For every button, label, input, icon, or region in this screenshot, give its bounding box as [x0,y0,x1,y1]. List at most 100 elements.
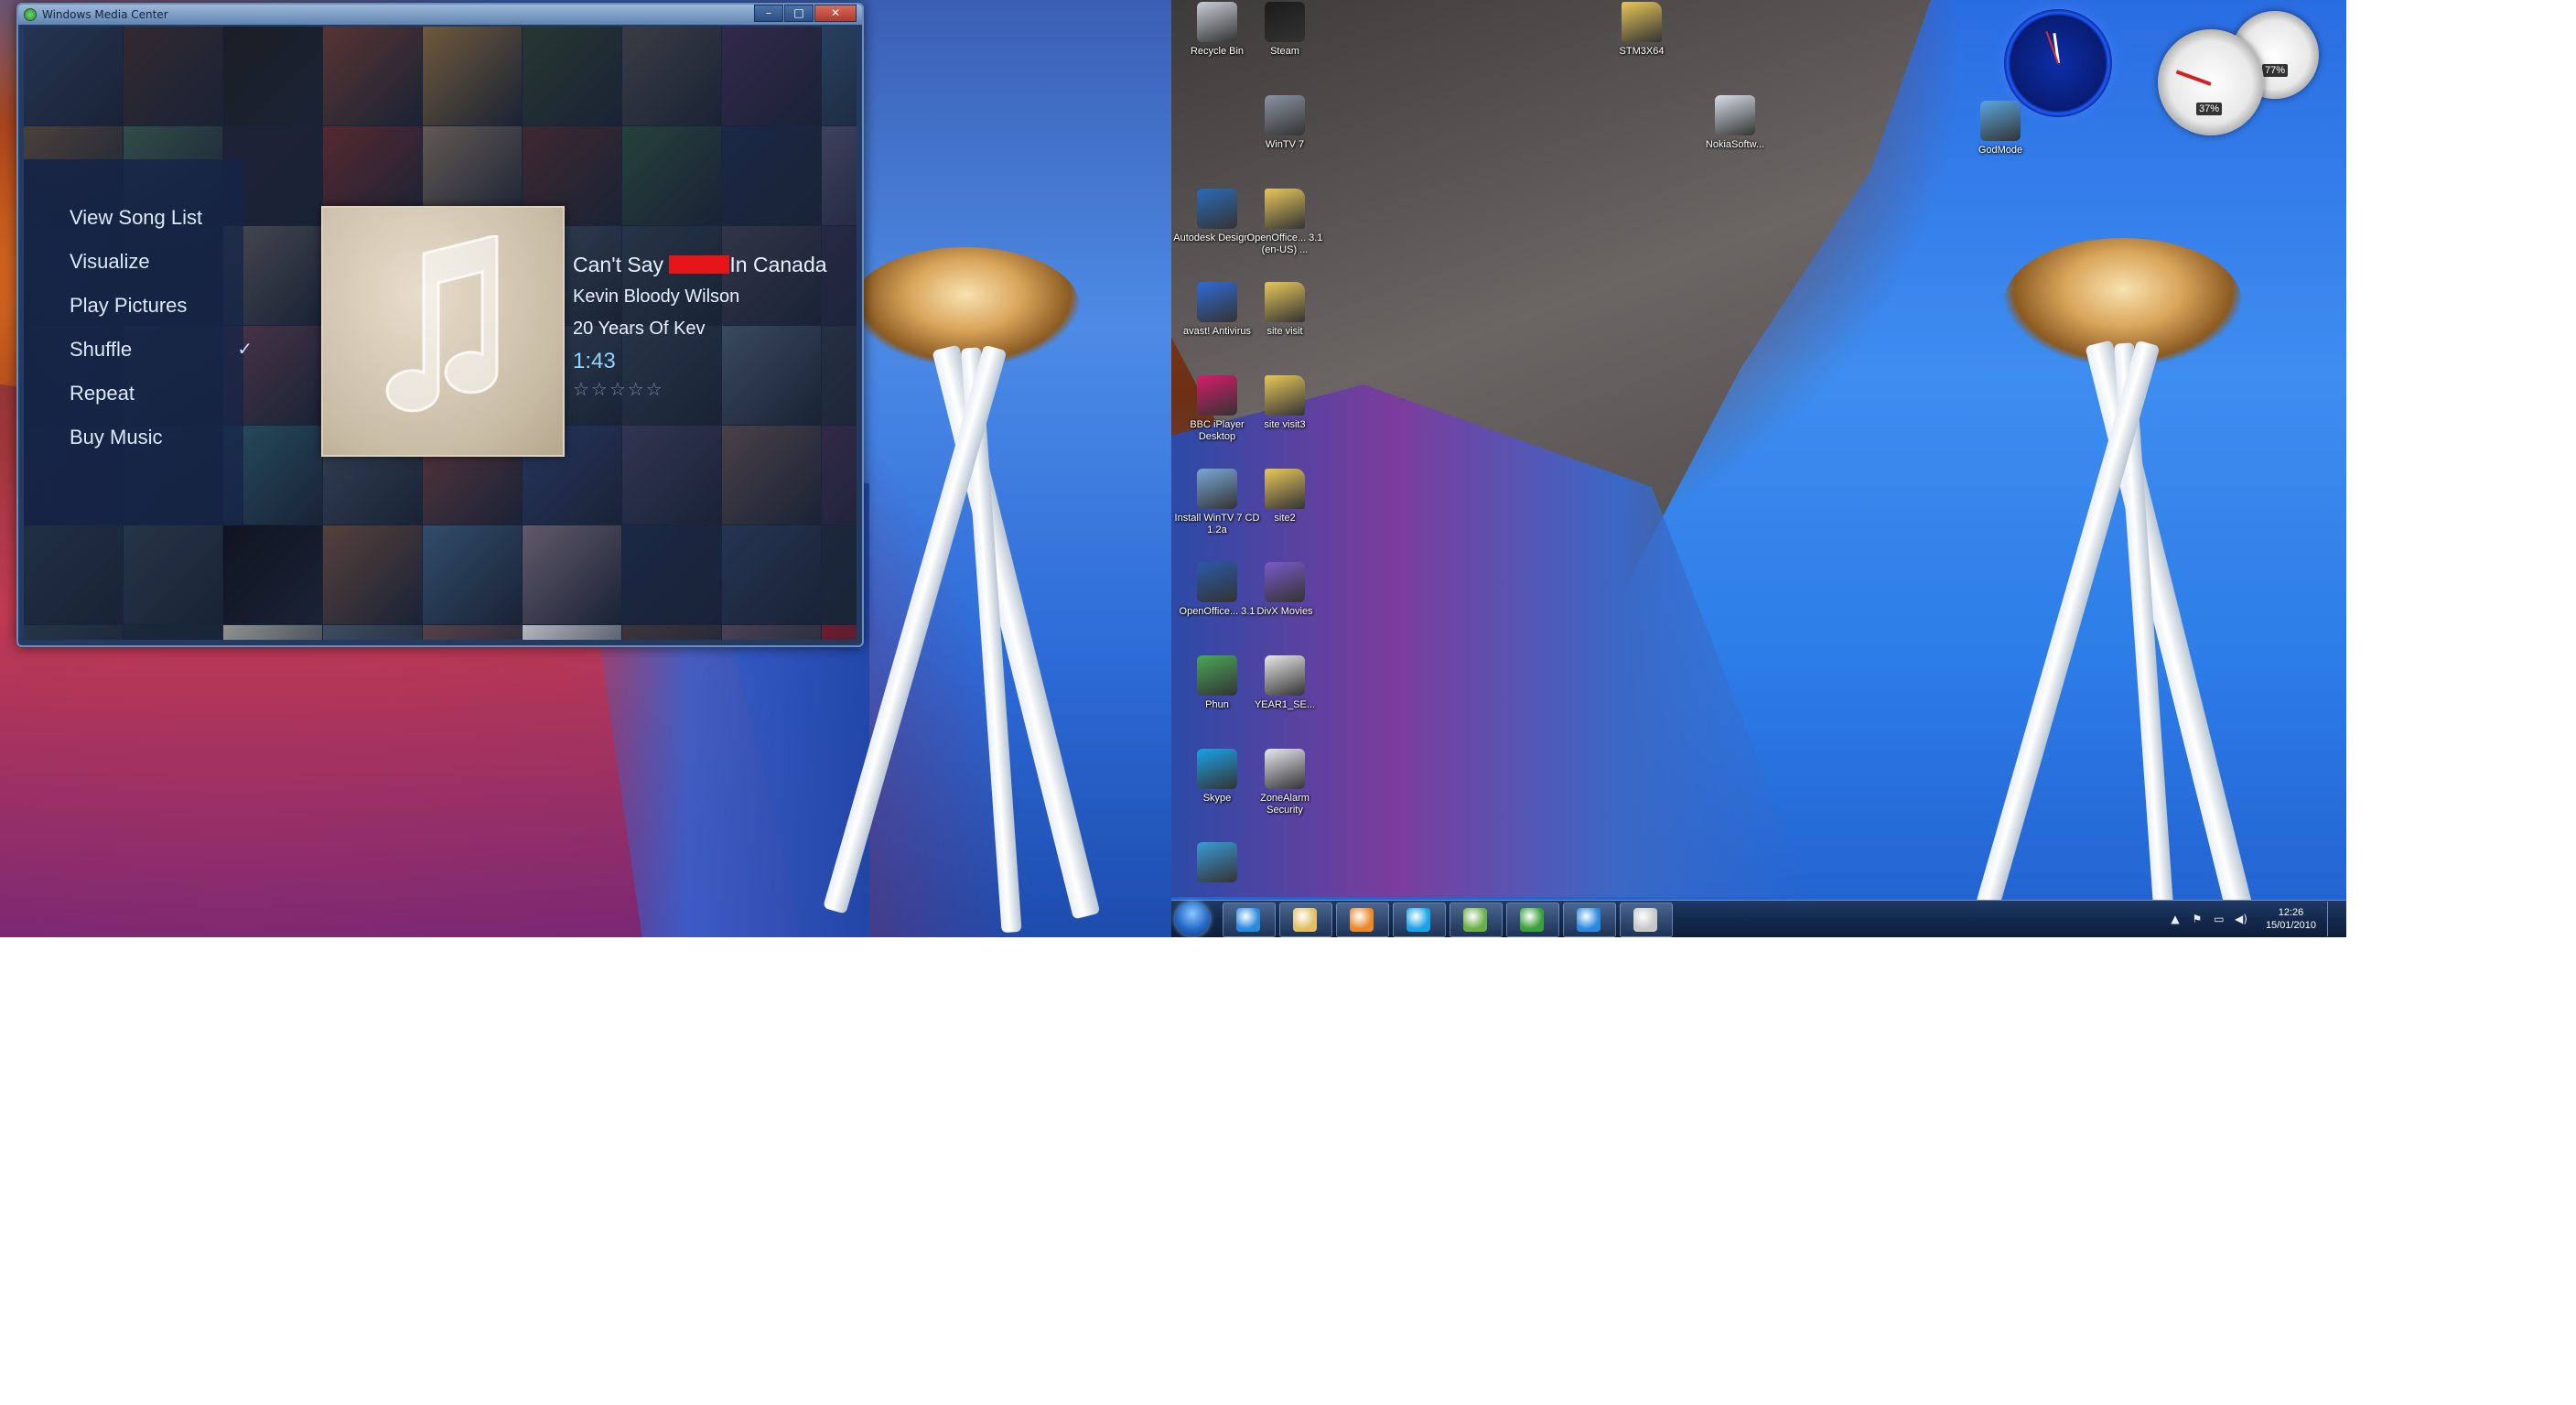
album-tile [323,525,422,624]
right-monitor-desktop[interactable]: Recycle Bin Steam WinTV 7 Autodesk Design .… [1171,0,2346,937]
desktop-icon-label: Steam [1270,46,1299,57]
control-panel-icon [1980,101,2021,141]
redaction-bar [669,254,730,274]
divx-icon [1265,562,1305,602]
wallpaper-building-blue [1171,384,1812,897]
album-tile [722,625,821,640]
start-button[interactable] [1175,902,1210,936]
wallpaper-space-needle-right [1976,238,2288,934]
album-tile [124,625,222,640]
taskbar-button-chrome[interactable] [1620,902,1673,937]
desktop-icon-label: YEAR1_SE... [1254,699,1316,710]
song-artist: Kevin Bloody Wilson [573,286,740,307]
album-tile [223,625,322,640]
desktop-icon[interactable]: STM3X64 [1598,2,1686,58]
song-title-start: Can't Say [573,253,670,276]
show-hidden-icons-chevron-icon[interactable]: ▲ [2169,913,2182,925]
menu-item[interactable]: Repeat [70,372,253,416]
taskbar-button-skype[interactable] [1393,902,1446,937]
taskbar-clock[interactable]: 12:26 15/01/2010 [2266,906,2316,932]
desktop-icon[interactable]: YEAR1_SE... [1241,655,1329,711]
menu-item[interactable]: Play Pictures [70,284,253,328]
action-center-flag-icon[interactable]: ⚑ [2191,913,2204,925]
album-tile [423,27,522,125]
window-titlebar[interactable]: Windows Media Center – □ ✕ [18,5,862,25]
desktop-icon[interactable]: WinTV 7 [1241,95,1329,151]
show-desktop-button[interactable] [2327,902,2337,936]
media-center-logo-icon [24,8,37,21]
menu-item-label: Repeat [70,382,135,405]
figure-icon [1197,842,1237,882]
menu-item-label: Play Pictures [70,294,188,317]
menu-item[interactable]: Buy Music [70,416,253,459]
album-tile [523,625,621,640]
taskbar-button-media-player[interactable] [1336,902,1389,937]
steam-icon [1265,2,1305,42]
desktop-icon[interactable]: OpenOffice... 3.1 (en-US) ... [1241,189,1329,256]
album-tile [722,126,821,225]
desktop-icon-label: site visit [1266,326,1303,337]
cpu-meter-gadget[interactable]: 37% [2158,29,2264,135]
menu-item-label: Visualize [70,250,150,273]
desktop-icon[interactable] [1173,842,1261,886]
star-rating[interactable]: ☆☆☆☆☆ [573,378,857,401]
taskbar-button-windows-explorer[interactable] [1279,902,1332,937]
bbc-iplayer-icon [1197,375,1237,416]
album-tile [423,625,522,640]
media-center-window[interactable]: Windows Media Center – □ ✕ View Song Lis… [16,3,864,647]
album-tile [822,625,857,640]
skype-icon [1407,908,1430,932]
desktop-icon-label: ZoneAlarm Security [1260,793,1310,816]
song-title-end: In Canada [729,253,827,276]
album-tile [622,126,721,225]
album-tile [722,27,821,125]
maximize-button[interactable]: □ [784,5,814,22]
music-note-icon [385,235,499,413]
menu-item-label: View Song List [70,206,203,229]
wintv-icon [1265,95,1305,135]
desktop-icon-label: NokiaSoftw... [1705,139,1765,150]
minimize-button[interactable]: – [754,5,783,22]
taskbar-button-internet-explorer[interactable] [1223,902,1276,937]
openoffice-icon [1197,562,1237,602]
album-tile [523,27,621,125]
menu-item-label: Shuffle [70,338,133,361]
desktop-icon[interactable]: ZoneAlarm Security [1241,749,1329,816]
taskbar-button-internet-explorer-2[interactable] [1563,902,1616,937]
album-tile [722,525,821,624]
desktop-icon-label: OpenOffice... 3.1 (en-US) ... [1246,232,1323,255]
menu-item-label: Buy Music [70,426,163,449]
desktop-icon[interactable]: DivX Movies [1241,562,1329,618]
folder-icon [1265,375,1305,416]
media-center-icon [1520,908,1544,932]
volume-icon[interactable]: ◀) [2235,913,2247,925]
taskbar-button-network-app[interactable] [1450,902,1503,937]
clock-gadget[interactable] [2004,9,2112,117]
desktop-icon-label: site2 [1274,513,1296,524]
close-button[interactable]: ✕ [814,5,857,22]
taskbar: ▲ ⚑ ▭ ◀) 12:26 15/01/2010 [1171,900,2346,937]
album-tile [124,27,222,125]
menu-item[interactable]: Visualize [70,240,253,284]
clock-date: 15/01/2010 [2265,920,2316,931]
now-playing-menu: View Song List Visualize Play Pictures Shuf… [70,196,253,459]
desktop-icon[interactable]: NokiaSoftw... [1691,95,1779,151]
network-icon[interactable]: ▭ [2213,913,2226,925]
album-tile [523,525,621,624]
autodesk-icon [1197,189,1237,229]
network-app-icon [1463,908,1487,932]
recycle-bin-icon [1197,2,1237,42]
desktop-icon[interactable]: Steam [1241,2,1329,58]
desktop-icon[interactable]: site visit3 [1241,375,1329,431]
album-tile [822,525,857,624]
folder-icon [1265,469,1305,509]
nokia-installer-icon [1715,95,1755,135]
folder-icon [1265,189,1305,229]
album-tile [223,525,322,624]
taskbar-button-media-center[interactable] [1506,902,1559,937]
folder-icon [1622,2,1662,42]
desktop-icon[interactable]: site visit [1241,282,1329,338]
menu-item[interactable]: Shuffle ✓ [70,328,253,372]
menu-item[interactable]: View Song List [70,196,253,240]
desktop-icon[interactable]: site2 [1241,469,1329,524]
